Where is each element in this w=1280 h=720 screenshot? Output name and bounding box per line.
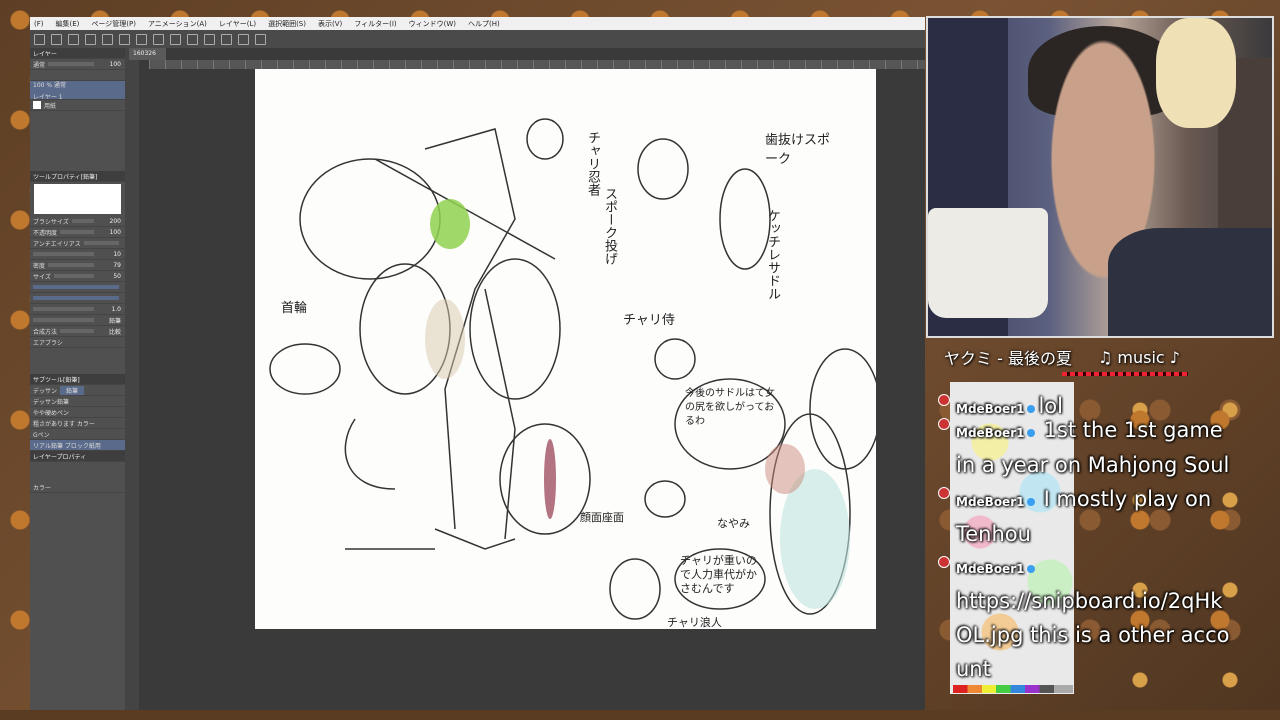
menu-item-window[interactable]: ウィンドウ(W): [409, 19, 456, 29]
tool-property-header: ツールプロパティ[鉛筆]: [30, 171, 125, 182]
verified-icon: [1027, 497, 1036, 506]
document-tabs: 160326: [129, 48, 166, 60]
layer-panel-header: レイヤー: [30, 48, 125, 59]
airbrush-row[interactable]: エアブラシ: [30, 337, 125, 348]
label-chari-samurai: チャリ侍: [623, 313, 675, 328]
redo-icon[interactable]: [102, 33, 113, 45]
chat-message: MdeBoer1 I mostly play on Tenhou: [938, 483, 1238, 552]
drawing-canvas[interactable]: チャリ忍者 スポーク投げ 歯抜けスポーク ケッチレサドル 首輪 チャリ侍 今後の…: [255, 69, 876, 629]
paper-layer-row[interactable]: 用紙: [30, 100, 125, 111]
chat-username: MdeBoer1: [956, 495, 1025, 509]
chat-message: MdeBoer1 https://snipboard.io/2qHkOL.jpg …: [938, 552, 1238, 687]
subtool-item[interactable]: 粗さがあります カラー: [30, 418, 125, 429]
subtool-tabs: デッサン 鉛筆: [30, 385, 125, 396]
brush-preview: [34, 184, 121, 214]
snap-icon[interactable]: [238, 33, 249, 45]
new-icon[interactable]: [34, 33, 45, 45]
paper-swatch: [33, 101, 41, 109]
menu-item-page[interactable]: ページ管理(P): [91, 19, 136, 29]
chat-message: MdeBoer1 1st the 1st game in a year on M…: [938, 414, 1238, 483]
subtool-tab-pencil[interactable]: 鉛筆: [60, 385, 85, 395]
menu-item-edit[interactable]: 編集(E): [56, 19, 80, 29]
blend-mode-row[interactable]: 通常 100: [30, 59, 125, 70]
subtool-header: サブツール[鉛筆]: [30, 374, 125, 385]
clear-icon[interactable]: [119, 33, 130, 45]
anti-alias-row[interactable]: アンチエイリアス: [30, 238, 125, 249]
subscriber-badge-icon: [938, 418, 950, 430]
menu-bar: (F) 編集(E) ページ管理(P) アニメーション(A) レイヤー(L) 選択…: [30, 17, 925, 30]
plush-toy: [1156, 18, 1236, 128]
layer-1-row[interactable]: 100 % 通常 レイヤー 1: [30, 81, 125, 101]
menu-item-layer[interactable]: レイヤー(L): [219, 19, 256, 29]
pen-mode-row[interactable]: 鉛筆: [30, 315, 125, 326]
label-tooth-spoke: 歯抜けスポーク: [765, 133, 831, 167]
layer-property-header: レイヤープロパティ: [30, 451, 125, 462]
menu-item-selection[interactable]: 選択範囲(S): [268, 19, 306, 29]
texture-row[interactable]: [30, 282, 125, 293]
document-tab[interactable]: 160326: [129, 48, 166, 60]
label-kettsu-saddle: ケッチレサドル: [765, 209, 780, 300]
menu-item-file[interactable]: (F): [34, 20, 44, 28]
menu-item-filter[interactable]: フィルター(I): [354, 19, 396, 29]
blend-method-row[interactable]: 合成方法 比較: [30, 326, 125, 337]
mug: [928, 208, 1048, 318]
music-progress-bar: [1062, 372, 1188, 376]
chat-username: MdeBoer1: [956, 562, 1025, 576]
verified-icon: [1027, 564, 1036, 573]
chat-message: MdeBoer1 lol: [938, 390, 1238, 418]
color-row[interactable]: カラー: [30, 482, 125, 493]
speech-bubble-1: 今後のサドルはて女の尻を欲しがっておるわ: [685, 388, 775, 427]
invert-icon[interactable]: [204, 33, 215, 45]
drawing-app-window: (F) 編集(E) ページ管理(P) アニメーション(A) レイヤー(L) 選択…: [30, 17, 925, 710]
density-row[interactable]: 密度 79: [30, 260, 125, 271]
subscriber-badge-icon: [938, 487, 950, 499]
open-icon[interactable]: [51, 33, 62, 45]
pen-settings-icon[interactable]: [255, 33, 266, 45]
speech-bubble-2: チャリが重いので人力車代がかさむんです: [680, 554, 757, 595]
menu-item-animation[interactable]: アニメーション(A): [148, 19, 207, 29]
bottom-border: [0, 710, 1280, 720]
now-playing-title: ヤクミ - 最後の夏: [944, 349, 1072, 368]
size-row[interactable]: サイズ 50: [30, 271, 125, 282]
ratio-row[interactable]: 1.0: [30, 304, 125, 315]
ruler-icon[interactable]: [221, 33, 232, 45]
toolbar: [30, 30, 925, 48]
label-chari-ronin: チャリ浪人: [667, 616, 722, 629]
chat-messages: MdeBoer1 lol MdeBoer1 1st the 1st game in…: [938, 390, 1238, 687]
label-spoke-throw: スポーク投げ: [602, 187, 617, 265]
subtool-item[interactable]: リアル鉛筆 ブロック紙用: [30, 440, 125, 451]
tool-column: [125, 48, 139, 710]
fill-icon[interactable]: [136, 33, 147, 45]
left-panel: レイヤー 通常 100 100 % 通常 レイヤー 1 用紙 ツールプロパティ[鉛…: [30, 48, 125, 710]
menu-item-help[interactable]: ヘルプ(H): [468, 19, 500, 29]
deselect-icon[interactable]: [170, 33, 181, 45]
chat-username: MdeBoer1: [956, 426, 1025, 440]
subtool-item[interactable]: やや硬めペン: [30, 407, 125, 418]
ruler: [149, 60, 925, 69]
subscriber-badge-icon: [938, 394, 950, 406]
transform-icon[interactable]: [153, 33, 164, 45]
label-kubiwa: 首輪: [281, 301, 308, 316]
hardness-row[interactable]: 10: [30, 249, 125, 260]
chat-text: https://snipboard.io/2qHkOL.jpg this is …: [956, 589, 1230, 681]
crop-icon[interactable]: [187, 33, 198, 45]
label-face-seat: 顔面座面: [580, 511, 624, 524]
brush-size-row[interactable]: ブラシサイズ 200: [30, 216, 125, 227]
verified-icon: [1027, 404, 1036, 413]
subtool-item[interactable]: Gペン: [30, 429, 125, 440]
undo-icon[interactable]: [85, 33, 96, 45]
verified-icon: [1027, 428, 1036, 437]
opacity-row[interactable]: 不透明度 100: [30, 227, 125, 238]
subtool-item[interactable]: デッサン鉛筆: [30, 396, 125, 407]
subtool-tab-sketch[interactable]: デッサン: [33, 386, 57, 395]
webcam-feed: [926, 16, 1274, 338]
now-playing-label: ♫ music ♪: [1097, 347, 1180, 367]
texture-row-2[interactable]: [30, 293, 125, 304]
now-playing: ヤクミ - 最後の夏 ♫ music ♪: [944, 346, 1244, 369]
save-icon[interactable]: [68, 33, 79, 45]
menu-item-view[interactable]: 表示(V): [318, 19, 342, 29]
subscriber-badge-icon: [938, 556, 950, 568]
label-nayami: なやみ: [717, 517, 750, 530]
